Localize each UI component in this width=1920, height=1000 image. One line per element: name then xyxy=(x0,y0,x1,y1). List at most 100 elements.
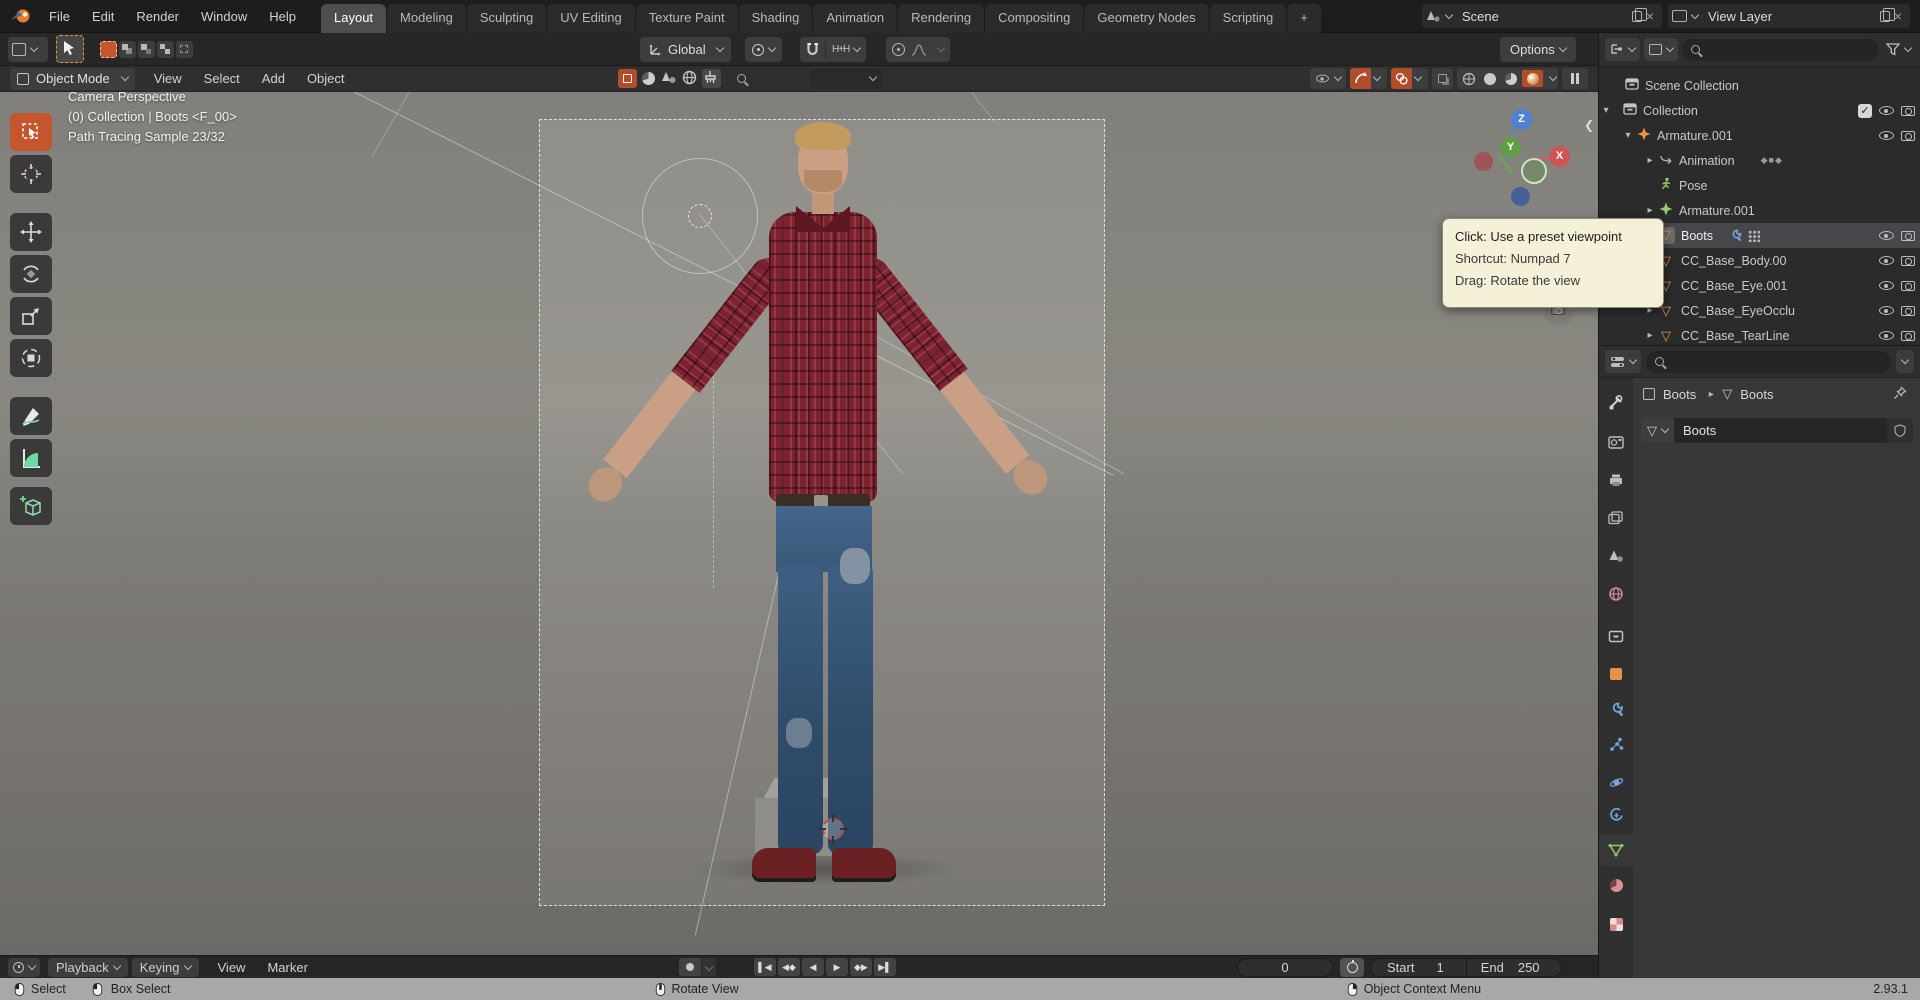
tab-tool-properties[interactable] xyxy=(1599,386,1633,418)
filter-object-icon[interactable] xyxy=(617,69,637,88)
render-camera-toggle[interactable] xyxy=(1901,255,1915,266)
keying-menu[interactable]: Keying xyxy=(131,957,199,977)
show-gizmo-toggle[interactable] xyxy=(1350,68,1371,89)
filter-world-icon[interactable] xyxy=(681,69,700,88)
select-mode-new-button[interactable] xyxy=(100,41,117,58)
render-camera-toggle[interactable] xyxy=(1901,305,1915,316)
gizmo-dropdown[interactable] xyxy=(1371,68,1387,89)
playback-menu[interactable]: Playback xyxy=(48,957,128,977)
jump-to-end-button[interactable]: ▶▌ xyxy=(873,958,896,976)
tab-world-properties[interactable] xyxy=(1599,578,1633,610)
tab-physics-properties[interactable] xyxy=(1599,766,1633,798)
tab-texture-properties[interactable] xyxy=(1599,908,1633,940)
tab-shading[interactable]: Shading xyxy=(738,3,813,33)
gizmo-axis-y[interactable]: Y xyxy=(1500,137,1521,158)
show-object-types-dropdown[interactable] xyxy=(1310,68,1346,89)
menu-window[interactable]: Window xyxy=(190,9,258,24)
outliner-search-input[interactable] xyxy=(1682,38,1879,61)
sidebar-collapse-arrow[interactable]: ❮ xyxy=(1584,118,1594,132)
gizmo-axis-z[interactable]: Z xyxy=(1511,109,1532,130)
pause-render-button[interactable] xyxy=(1562,68,1588,89)
editor-type-button[interactable] xyxy=(8,37,48,62)
outliner-row-scene-collection[interactable]: Scene Collection xyxy=(1599,73,1920,98)
tool-select-box-button[interactable] xyxy=(10,113,52,151)
new-scene-icon[interactable] xyxy=(1631,8,1648,22)
play-reverse-button[interactable]: ◀ xyxy=(801,958,824,976)
tab-modifier-properties[interactable] xyxy=(1599,693,1633,725)
play-button[interactable]: ▶ xyxy=(825,958,848,976)
tab-texture-paint[interactable]: Texture Paint xyxy=(635,3,738,33)
fake-user-shield-button[interactable] xyxy=(1887,418,1913,443)
outliner-row-collection[interactable]: ▾ Collection ✓ xyxy=(1599,98,1920,123)
tab-uv-editing[interactable]: UV Editing xyxy=(547,3,635,33)
tab-output-properties[interactable] xyxy=(1599,464,1633,496)
tab-animation[interactable]: Animation xyxy=(813,3,898,33)
tab-object-data-properties[interactable] xyxy=(1599,834,1633,866)
menu-object[interactable]: Object xyxy=(296,71,356,86)
gizmo-axis-x[interactable]: X xyxy=(1549,146,1570,167)
render-camera-toggle[interactable] xyxy=(1901,330,1915,341)
hide-eye-toggle[interactable] xyxy=(1879,306,1894,315)
tool-rotate-button[interactable] xyxy=(10,255,52,293)
tab-scene-properties[interactable] xyxy=(1599,540,1633,572)
show-overlays-toggle[interactable] xyxy=(1391,68,1412,89)
prev-keyframe-button[interactable]: ◀◆ xyxy=(777,958,800,976)
snap-with-icon[interactable]: H+H xyxy=(832,44,850,55)
hide-eye-toggle[interactable] xyxy=(1879,106,1894,115)
transform-orientation-dropdown[interactable]: Global xyxy=(640,37,731,62)
shading-dropdown[interactable] xyxy=(1548,72,1558,82)
active-tool-select-box-button[interactable] xyxy=(56,35,84,63)
collection-highlight-dropdown[interactable] xyxy=(809,68,882,89)
tool-move-button[interactable] xyxy=(10,213,52,251)
overlays-dropdown[interactable] xyxy=(1412,68,1428,89)
use-preview-range-button[interactable] xyxy=(1340,958,1364,977)
current-frame-field[interactable]: 0 xyxy=(1237,958,1333,977)
shading-material-button[interactable] xyxy=(1501,70,1520,87)
mesh-browse-dropdown[interactable]: ▽ xyxy=(1641,418,1674,443)
gizmo-axis-y-neg-hover[interactable] xyxy=(1521,158,1547,184)
tab-layout[interactable]: Layout xyxy=(321,3,387,33)
jump-to-start-button[interactable]: ▌◀ xyxy=(753,958,776,976)
select-mode-extend-button[interactable] xyxy=(119,41,136,58)
blender-logo-icon[interactable] xyxy=(10,7,32,25)
menu-select[interactable]: Select xyxy=(193,71,251,86)
shading-rendered-button[interactable] xyxy=(1522,70,1543,87)
menu-add[interactable]: Add xyxy=(251,71,296,86)
timeline-marker-menu[interactable]: Marker xyxy=(256,960,318,975)
mesh-name-input[interactable]: Boots xyxy=(1674,418,1887,443)
properties-search-input[interactable] xyxy=(1646,350,1891,373)
tab-geometry-nodes[interactable]: Geometry Nodes xyxy=(1084,3,1209,33)
menu-file[interactable]: File xyxy=(38,9,81,24)
snap-magnet-icon[interactable] xyxy=(806,43,819,56)
render-camera-toggle[interactable] xyxy=(1901,280,1915,291)
tab-modeling[interactable]: Modeling xyxy=(387,3,466,33)
add-workspace-button[interactable]: + xyxy=(1287,3,1321,33)
tool-transform-button[interactable] xyxy=(10,339,52,377)
proportional-falloff-icon[interactable] xyxy=(911,43,927,56)
options-dropdown[interactable]: Options xyxy=(1500,37,1576,62)
expand-icon[interactable]: ▾ xyxy=(1599,105,1613,116)
xray-toggle[interactable] xyxy=(1432,68,1453,89)
auto-keying-button[interactable] xyxy=(678,958,701,976)
tab-material-properties[interactable] xyxy=(1599,869,1633,901)
outliner-row-animation[interactable]: ▸ Animation ◆■◆ xyxy=(1599,148,1920,173)
proportional-editing-icon[interactable] xyxy=(892,43,905,56)
gizmo-axis-z-neg[interactable] xyxy=(1511,187,1530,206)
tab-sculpting[interactable]: Sculpting xyxy=(466,3,547,33)
tab-object-properties[interactable] xyxy=(1599,658,1633,690)
menu-view[interactable]: View xyxy=(143,71,193,86)
scene-selector[interactable]: Scene × xyxy=(1422,4,1662,28)
keying-set-dropdown[interactable] xyxy=(701,958,716,976)
menu-render[interactable]: Render xyxy=(125,9,190,24)
pin-icon[interactable] xyxy=(1893,386,1907,400)
tab-particle-properties[interactable] xyxy=(1599,728,1633,760)
outliner-row-pose[interactable]: Pose xyxy=(1599,173,1920,198)
viewport-3d[interactable]: Camera Perspective (0) Collection | Boot… xyxy=(0,66,1598,955)
expand-icon[interactable]: ▾ xyxy=(1621,130,1635,141)
tool-cursor-button[interactable] xyxy=(10,155,52,193)
select-mode-invert-button[interactable] xyxy=(157,41,174,58)
tool-scale-button[interactable] xyxy=(10,297,52,335)
breadcrumb-data[interactable]: Boots xyxy=(1740,387,1773,402)
shading-solid-button[interactable] xyxy=(1480,70,1499,87)
filter-scene-icon[interactable] xyxy=(660,69,679,88)
